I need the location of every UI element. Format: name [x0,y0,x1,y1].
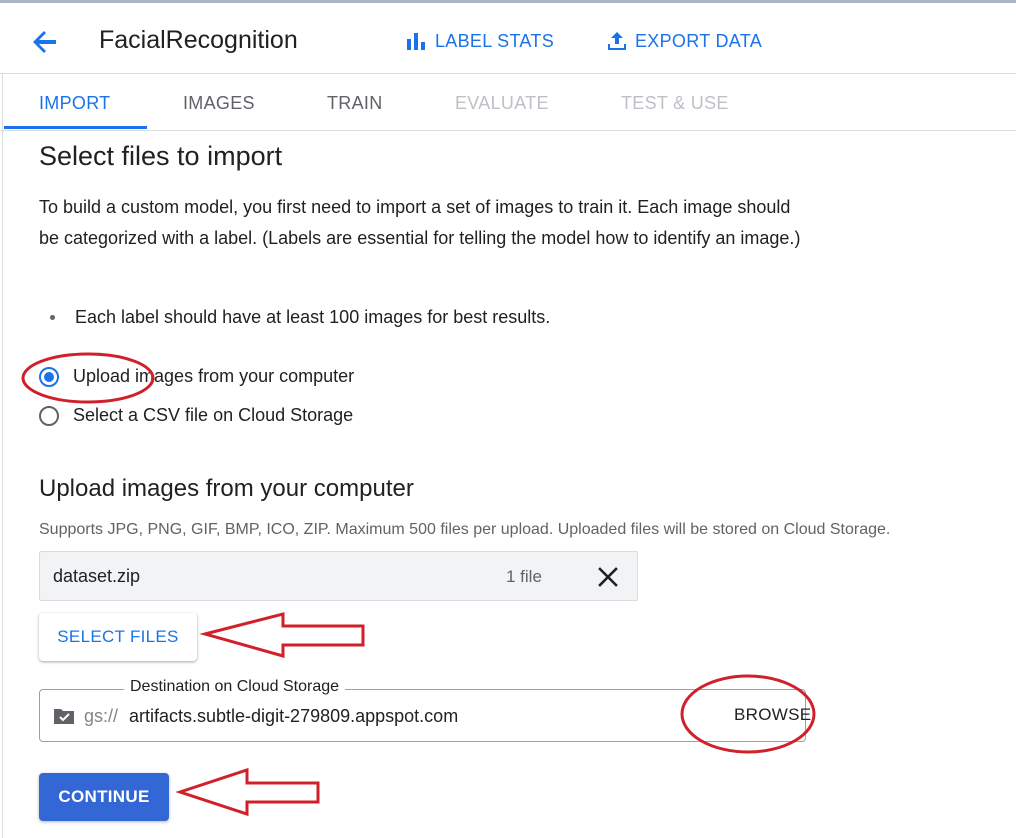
bullet-item: Each label should have at least 100 imag… [50,307,550,328]
radio-button-checked[interactable] [39,366,59,387]
close-icon [598,567,618,587]
back-button[interactable] [28,25,62,59]
tab-images[interactable]: IMAGES [183,93,255,114]
section-heading: Select files to import [39,141,283,171]
annotation-arrow-select-files [199,612,365,658]
destination-label: Destination on Cloud Storage [124,678,346,696]
radio-button[interactable] [39,405,59,426]
destination-field[interactable]: gs:// artifacts.subtle-digit-279809.apps… [39,689,811,742]
label-stats-button[interactable]: LABEL STATS [406,30,554,52]
label-stats-label: LABEL STATS [435,30,555,51]
supported-formats-text: Supports JPG, PNG, GIF, BMP, ICO, ZIP. M… [39,521,891,538]
radio-upload-from-computer[interactable]: Upload images from your computer [39,366,354,387]
import-description: To build a custom model, you first need … [39,197,801,248]
bullet-text: Each label should have at least 100 imag… [75,307,551,327]
remove-file-button[interactable] [596,565,620,589]
tab-import[interactable]: IMPORT [39,93,110,114]
export-data-label: EXPORT DATA [635,30,762,51]
tab-train[interactable]: TRAIN [327,93,383,114]
select-files-button[interactable]: SELECT FILES [39,613,197,661]
radio-label: Select a CSV file on Cloud Storage [73,405,354,425]
tab-bar: IMPORT IMAGES TRAIN EVALUATE TEST & USE [0,74,1016,131]
upload-icon [608,32,626,50]
file-count: 1 file [506,567,542,586]
selected-file-chip: dataset.zip 1 file [39,551,638,601]
export-data-button[interactable]: EXPORT DATA [606,30,762,52]
file-name: dataset.zip [53,566,141,586]
active-tab-indicator [4,126,147,129]
bar-chart-icon [407,33,425,50]
destination-path: artifacts.subtle-digit-279809.appspot.co… [129,706,459,726]
tab-test-and-use: TEST & USE [621,93,729,113]
folder-icon [54,709,74,724]
app-header: FacialRecognition LABEL STATS EXPORT DAT… [0,0,1016,74]
page-title: FacialRecognition [99,26,298,54]
upload-heading: Upload images from your computer [39,475,414,502]
back-arrow-icon [33,31,56,53]
annotation-arrow-continue [175,767,320,817]
radio-label: Upload images from your computer [73,366,355,386]
destination-prefix: gs:// [84,706,119,726]
continue-button[interactable]: CONTINUE [39,773,169,821]
browse-button[interactable]: BROWSE [734,705,811,725]
bullet-dot [50,315,55,320]
tab-evaluate: EVALUATE [455,93,549,113]
radio-csv-cloud-storage[interactable]: Select a CSV file on Cloud Storage [39,405,353,426]
